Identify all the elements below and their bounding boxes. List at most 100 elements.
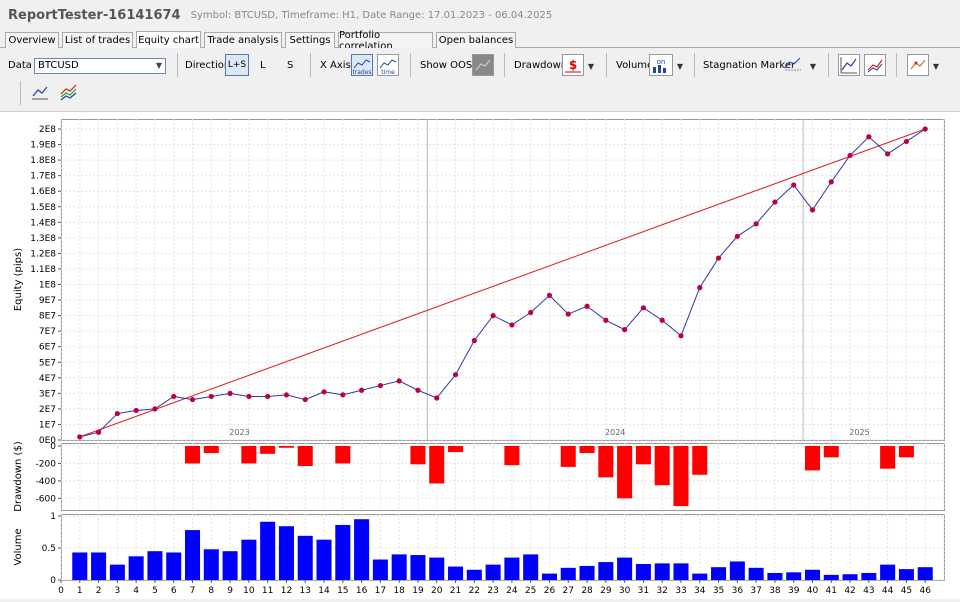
volume-bar	[354, 519, 370, 580]
volume-bar	[842, 574, 858, 580]
year-label: 2023	[229, 428, 249, 437]
equity-y-tick-label: 1.9E8	[30, 141, 56, 151]
show-oos-toggle[interactable]	[472, 54, 494, 76]
x-tick-label: 46	[919, 586, 931, 596]
chart-style-button[interactable]	[907, 54, 929, 76]
tab-trade-analysis[interactable]: Trade analysis	[204, 32, 282, 48]
equity-point	[734, 233, 740, 239]
title-bar: ReportTester-16141674 Symbol: BTCUSD, Ti…	[0, 0, 960, 30]
tab-settings[interactable]: Settings	[285, 32, 335, 48]
tab-equity-chart[interactable]: Equity chart	[136, 31, 201, 48]
volume-bar	[692, 573, 708, 580]
x-tick-label: 15	[337, 586, 348, 596]
x-tick-label: 36	[732, 586, 744, 596]
volume-bar	[166, 552, 182, 580]
x-tick-label: 7	[190, 586, 196, 596]
line-chart-icon	[840, 57, 857, 74]
equity-point	[528, 309, 534, 316]
volume-bar	[504, 557, 520, 580]
equity-point	[377, 382, 383, 389]
volume-bar	[579, 565, 595, 580]
volume-bar	[222, 551, 238, 580]
data-symbol-select[interactable]: BTCUSD ▼	[34, 58, 166, 74]
x-tick-label: 39	[788, 586, 800, 596]
x-tick-label: 4	[133, 586, 139, 596]
drawdown-y-tick-label: -400	[36, 477, 57, 487]
drawdown-bar	[898, 446, 914, 458]
equity-y-tick-label: 3E7	[39, 389, 56, 399]
volume-bar	[748, 567, 764, 580]
year-label: 2024	[605, 428, 625, 437]
tab-overview[interactable]: Overview	[5, 32, 59, 48]
xaxis-trades-button[interactable]: trades	[351, 54, 373, 76]
equity-y-tick-label: 1.6E8	[30, 187, 56, 197]
drawdown-bar	[448, 446, 464, 453]
equity-point	[753, 221, 759, 227]
window-subtitle: Symbol: BTCUSD, Timeframe: H1, Date Rang…	[190, 9, 553, 21]
equity-point	[471, 337, 477, 344]
tab-portfolio-correlation[interactable]: Portfolio correlation	[338, 30, 433, 52]
equity-y-tick-label: 1E7	[39, 420, 56, 430]
volume-bar	[711, 567, 727, 580]
chart-compare-button[interactable]	[864, 54, 886, 76]
volume-button[interactable]: on	[649, 54, 673, 76]
x-tick-label: 24	[506, 586, 518, 596]
chevron-down-icon[interactable]: ▼	[931, 61, 941, 71]
equity-point	[640, 305, 647, 311]
svg-text:on: on	[657, 58, 666, 66]
x-tick-label: 8	[208, 586, 214, 596]
toolbar-separator	[410, 53, 411, 77]
year-label: 2025	[849, 428, 869, 437]
tab-open-balances[interactable]: Open balances	[436, 32, 516, 48]
volume-bar	[372, 559, 388, 580]
toolbar-separator	[310, 53, 311, 77]
x-tick-label: 37	[750, 586, 761, 596]
equity-point	[546, 292, 553, 298]
x-tick-label: 31	[638, 586, 649, 596]
stagnation-button[interactable]	[783, 54, 805, 76]
toolbar-separator	[20, 81, 21, 105]
volume-bar	[880, 564, 896, 580]
drawdown-bar	[504, 446, 520, 466]
volume-bar	[654, 563, 670, 580]
volume-bar	[203, 549, 219, 580]
equity-y-tick-label: 5E7	[39, 358, 56, 368]
drawdown-bar	[278, 446, 294, 448]
chevron-down-icon[interactable]: ▼	[675, 61, 685, 71]
drawdown-bar	[260, 446, 276, 454]
volume-bar	[523, 554, 539, 580]
export-chart-button[interactable]	[30, 82, 52, 104]
x-tick-label: 42	[844, 586, 855, 596]
time-axis-icon: time	[379, 59, 397, 76]
volume-bar	[485, 564, 501, 580]
volume-bar	[466, 569, 482, 580]
direction-l-button[interactable]: L	[260, 60, 266, 71]
multi-chart-button[interactable]	[58, 82, 80, 104]
chart-view-button[interactable]	[838, 54, 860, 76]
equity-y-tick-label: 1E8	[39, 281, 56, 291]
drawdown-button[interactable]: $	[562, 54, 584, 76]
equity-panel: 0E01E72E73E74E75E76E77E78E79E71E81.1E81.…	[13, 119, 945, 446]
equity-point	[659, 317, 665, 323]
drawdown-label: Drawdown	[514, 60, 568, 71]
equity-point	[584, 303, 590, 309]
x-tick-label: 18	[393, 586, 405, 596]
drawdown-y-axis-label: Drawdown ($)	[13, 441, 24, 512]
equity-point	[715, 255, 722, 261]
direction-ls-button[interactable]: L+S	[225, 54, 249, 76]
equity-point	[828, 179, 834, 185]
trades-axis-icon: trades	[352, 59, 372, 76]
xaxis-time-button[interactable]: time	[377, 54, 399, 76]
drawdown-bar	[560, 446, 576, 467]
equity-y-tick-label: 1.2E8	[30, 249, 56, 259]
chevron-down-icon[interactable]: ▼	[808, 61, 818, 71]
chevron-down-icon[interactable]: ▼	[586, 61, 596, 71]
window-title: ReportTester-16141674	[8, 7, 181, 23]
data-label: Data	[8, 60, 32, 71]
x-tick-label: 1	[77, 586, 83, 596]
tab-list-of-trades[interactable]: List of trades	[62, 32, 133, 48]
volume-bar	[241, 539, 257, 580]
direction-s-button[interactable]: S	[287, 60, 293, 71]
toolbar-separator	[828, 53, 829, 77]
equity-point	[227, 390, 233, 396]
